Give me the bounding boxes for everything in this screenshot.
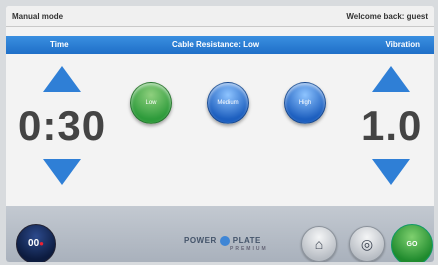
- logo-subtext: PREMIUM: [230, 246, 268, 252]
- time-header: Time: [50, 40, 69, 49]
- time-value: 0:30: [18, 102, 107, 149]
- top-status-bar: Manual mode Welcome back: guest: [6, 6, 434, 27]
- vibration-header: Vibration: [385, 40, 420, 49]
- timer-value: 00: [28, 238, 40, 249]
- home-button[interactable]: ⌂: [301, 226, 337, 262]
- resistance-medium-button[interactable]: Medium: [207, 82, 249, 124]
- go-button[interactable]: GO: [391, 224, 433, 262]
- power-plate-logo: POWER PLATE PREMIUM: [184, 236, 266, 252]
- logo-mark-icon: [219, 236, 230, 246]
- settings-button[interactable]: ◎: [349, 226, 385, 262]
- header-bar: Time Cable Resistance: Low Vibration: [6, 36, 434, 54]
- timer-button[interactable]: 00●: [16, 224, 56, 262]
- logo-text-power: POWER: [184, 236, 217, 246]
- resistance-high-button[interactable]: High: [284, 82, 326, 124]
- time-decrease-icon[interactable]: [43, 159, 81, 185]
- device-screen: Manual mode Welcome back: guest Time Cab…: [6, 6, 434, 262]
- vibration-increase-icon[interactable]: [372, 66, 410, 92]
- time-increase-icon[interactable]: [43, 66, 81, 92]
- target-icon: ◎: [360, 236, 374, 252]
- record-dot-icon: ●: [39, 239, 44, 248]
- vibration-value: 1.0: [361, 102, 423, 149]
- mode-label: Manual mode: [12, 12, 64, 21]
- logo-text-plate: PLATE: [232, 236, 261, 246]
- bottom-bar: 00● POWER PLATE PREMIUM ⌂ ◎ GO: [6, 206, 434, 262]
- home-icon: ⌂: [314, 236, 324, 252]
- welcome-label: Welcome back: guest: [346, 12, 428, 21]
- vibration-decrease-icon[interactable]: [372, 159, 410, 185]
- resistance-low-button[interactable]: Low: [130, 82, 172, 124]
- resistance-header: Cable Resistance: Low: [172, 40, 260, 49]
